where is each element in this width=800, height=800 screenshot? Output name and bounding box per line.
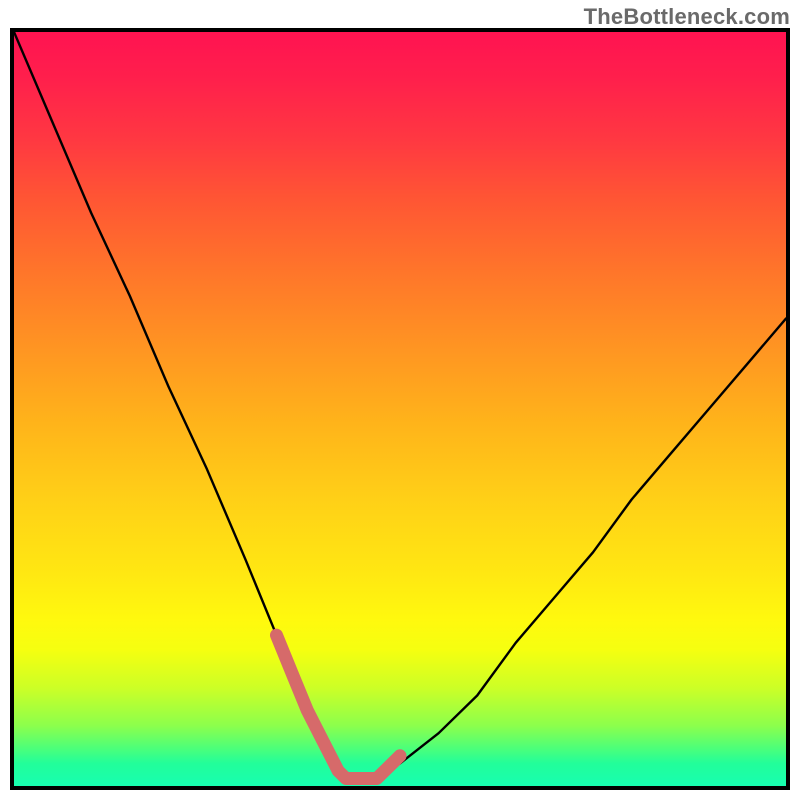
optimal-band-marker (277, 635, 401, 778)
bottleneck-curve (14, 32, 786, 779)
plot-svg (14, 32, 786, 786)
chart-container: TheBottleneck.com (0, 0, 800, 800)
plot-frame (10, 28, 790, 790)
attribution-text: TheBottleneck.com (584, 4, 790, 30)
